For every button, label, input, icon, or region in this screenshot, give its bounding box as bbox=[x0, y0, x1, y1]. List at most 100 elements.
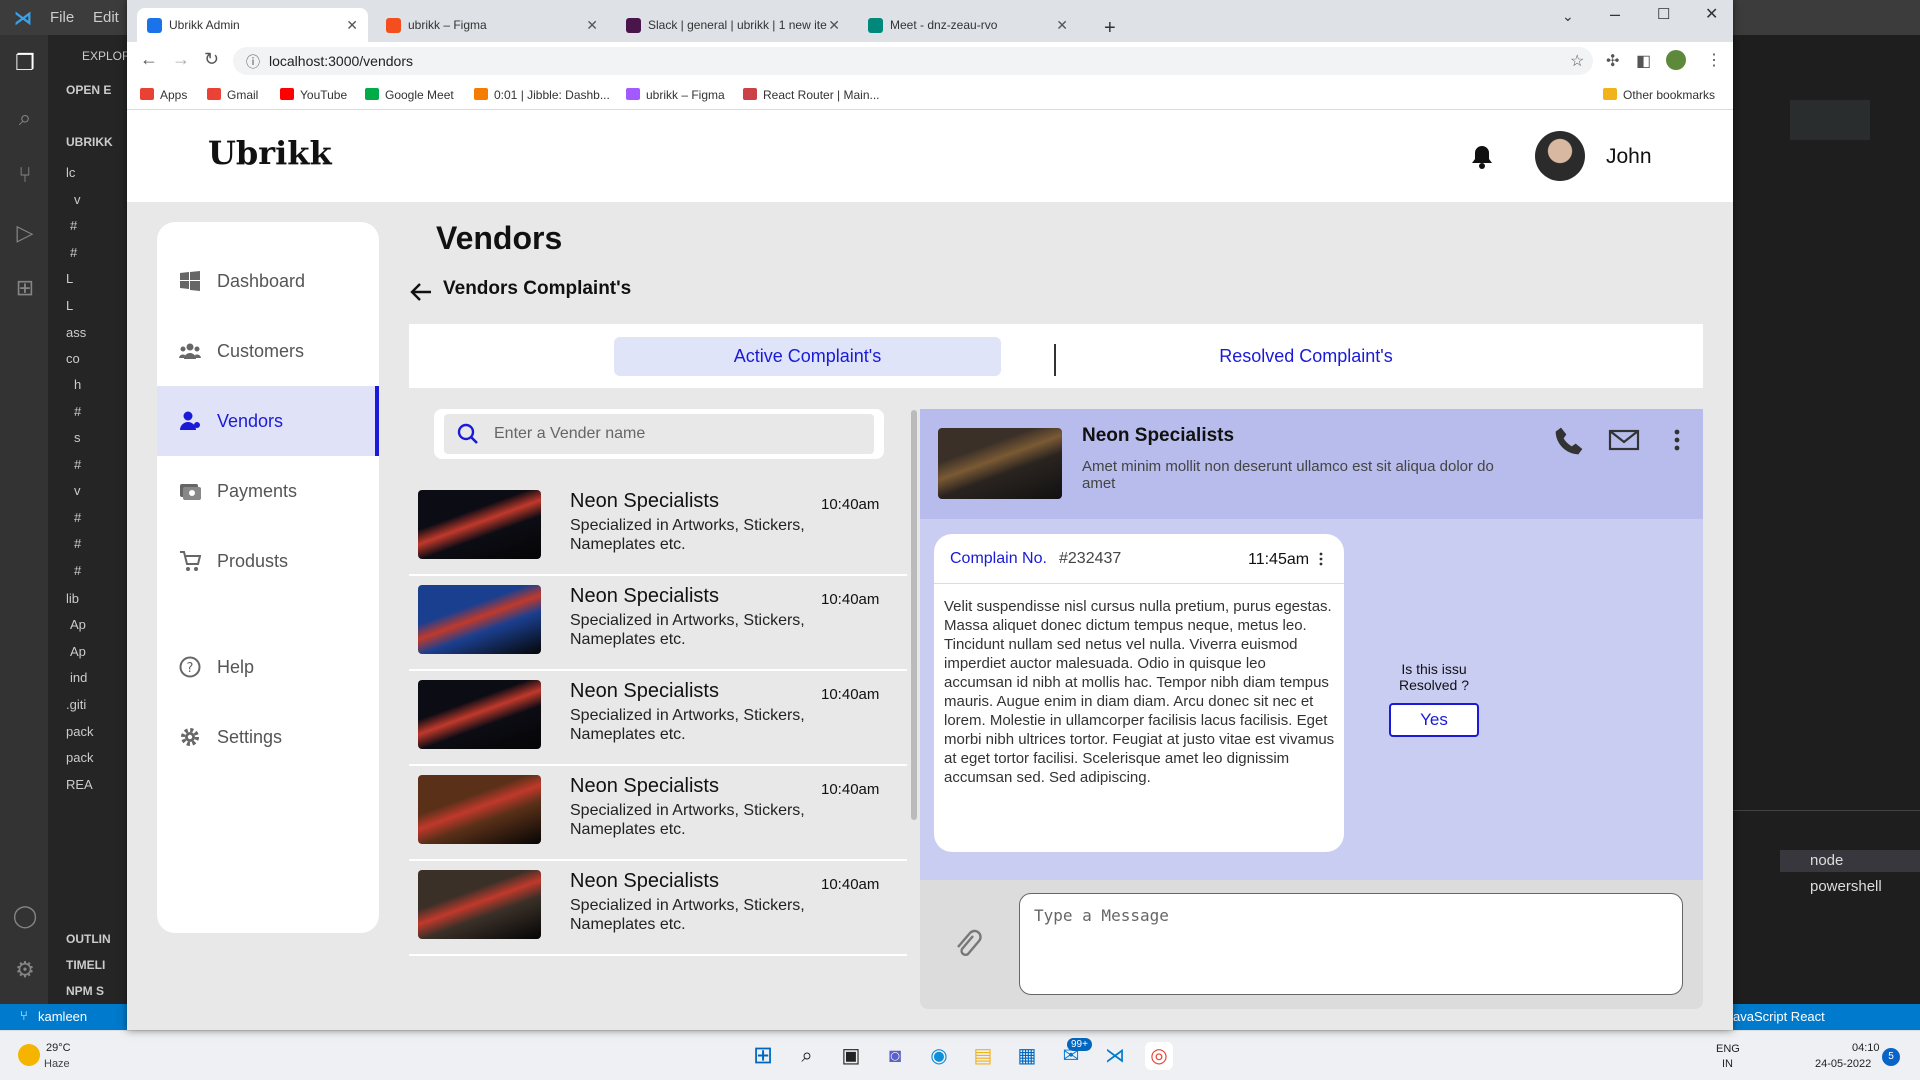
ms-store-icon[interactable]: ▦ bbox=[1013, 1042, 1041, 1070]
reload-icon[interactable]: ↻ bbox=[204, 49, 219, 70]
site-info-icon[interactable]: ⓘ bbox=[246, 52, 260, 72]
tab-search-icon[interactable]: ⌄ bbox=[1562, 8, 1574, 25]
vscode-taskbar-icon[interactable]: ⋊ bbox=[1101, 1042, 1129, 1070]
bookmark-icon bbox=[280, 88, 294, 100]
nav-payments[interactable]: Payments bbox=[157, 456, 379, 526]
clock-date[interactable]: 24-05-2022 bbox=[1815, 1058, 1871, 1070]
vendor-desc: Specialized in Artworks, Stickers, Namep… bbox=[570, 897, 805, 933]
extensions-icon[interactable]: ⊞ bbox=[12, 275, 38, 301]
page-title: Vendors bbox=[436, 220, 563, 256]
bookmark-item[interactable]: React Router | Main... bbox=[743, 88, 880, 102]
vendor-list-item[interactable]: Neon Specialists Specialized in Artworks,… bbox=[409, 482, 907, 576]
chat-more-icon[interactable] bbox=[1672, 428, 1682, 452]
run-debug-icon[interactable]: ▷ bbox=[12, 220, 38, 246]
source-control-icon[interactable]: ⑂ bbox=[12, 162, 38, 188]
vscode-logo-icon: ⋊ bbox=[14, 8, 32, 28]
phone-icon[interactable] bbox=[1553, 425, 1585, 457]
tab-close-icon[interactable]: ✕ bbox=[346, 8, 358, 42]
terminal-panel: node powershell bbox=[1732, 810, 1920, 1004]
nav-vendors[interactable]: Vendors bbox=[157, 386, 379, 456]
terminal-powershell[interactable]: powershell bbox=[1780, 876, 1920, 898]
browser-tab[interactable]: Slack | general | ubrikk | 1 new ite ✕ bbox=[616, 8, 850, 42]
user-avatar[interactable] bbox=[1535, 131, 1585, 181]
tab-favicon bbox=[147, 18, 162, 33]
taskbar-search-icon[interactable]: ⌕ bbox=[793, 1042, 821, 1070]
bookmark-item[interactable]: 0:01 | Jibble: Dashb... bbox=[474, 88, 610, 102]
windows-start-icon[interactable]: ⊞ bbox=[749, 1042, 777, 1070]
vscode-menu-file[interactable]: File bbox=[50, 9, 74, 26]
maximize-button[interactable]: ☐ bbox=[1657, 5, 1670, 23]
notification-badge[interactable]: 5 bbox=[1882, 1048, 1900, 1066]
bookmark-icon bbox=[140, 88, 154, 100]
search-icon[interactable]: ⌕ bbox=[12, 105, 38, 131]
browser-tab[interactable]: Meet - dnz-zeau-rvo ✕ bbox=[858, 8, 1078, 42]
back-arrow-icon[interactable] bbox=[409, 281, 433, 303]
minimize-button[interactable]: – bbox=[1610, 4, 1620, 25]
tab-close-icon[interactable]: ✕ bbox=[828, 8, 840, 42]
vendor-list-item[interactable]: Neon Specialists Specialized in Artworks,… bbox=[409, 672, 907, 766]
vendor-time: 10:40am bbox=[821, 781, 880, 798]
bookmark-item[interactable]: ubrikk – Figma bbox=[626, 88, 725, 102]
app-logo[interactable]: Ubrikk bbox=[208, 134, 332, 172]
nav-label: Dashboard bbox=[217, 271, 306, 291]
lang-code[interactable]: ENG bbox=[1716, 1043, 1740, 1055]
email-icon[interactable] bbox=[1608, 428, 1640, 452]
other-bookmarks[interactable]: Other bookmarks bbox=[1603, 88, 1715, 102]
nav-dashboard[interactable]: Dashboard bbox=[157, 246, 379, 316]
nav-settings[interactable]: Settings bbox=[157, 702, 379, 772]
vendor-list-item[interactable]: Neon Specialists Specialized in Artworks,… bbox=[409, 767, 907, 861]
address-bar[interactable]: localhost:3000/vendors bbox=[233, 47, 1593, 75]
tab-close-icon[interactable]: ✕ bbox=[586, 8, 598, 42]
yes-resolved-button[interactable]: Yes bbox=[1389, 703, 1479, 737]
bookmark-item[interactable]: Gmail bbox=[207, 88, 258, 102]
complaint-time: 11:45am bbox=[1248, 551, 1310, 568]
teams-chat-icon[interactable]: ◙ bbox=[881, 1042, 909, 1070]
nav-customers[interactable]: Customers bbox=[157, 316, 379, 386]
weather-desc: Haze bbox=[44, 1058, 70, 1070]
bookmark-item[interactable]: Apps bbox=[140, 88, 187, 102]
task-view-icon[interactable]: ▣ bbox=[837, 1042, 865, 1070]
attachment-icon[interactable] bbox=[953, 928, 983, 962]
side-panel-icon[interactable]: ◧ bbox=[1636, 51, 1651, 71]
vendor-thumbnail bbox=[418, 870, 541, 939]
vendor-list-scrollbar[interactable] bbox=[911, 410, 917, 820]
nav-help[interactable]: ? Help bbox=[157, 632, 379, 702]
chrome-menu-icon[interactable]: ⋮ bbox=[1706, 50, 1722, 70]
nav-products[interactable]: Produsts bbox=[157, 526, 379, 596]
complaint-more-icon[interactable] bbox=[1318, 550, 1324, 568]
status-language[interactable]: avaScript React bbox=[1733, 1009, 1825, 1024]
vendor-search-input[interactable]: Enter a Vender name bbox=[444, 414, 874, 454]
new-tab-button[interactable]: + bbox=[1104, 17, 1116, 40]
clock-time[interactable]: 04:10 bbox=[1852, 1042, 1880, 1054]
forward-icon[interactable]: → bbox=[172, 49, 190, 70]
chrome-taskbar-icon[interactable]: ◎ bbox=[1145, 1042, 1173, 1070]
browser-tab[interactable]: ubrikk – Figma ✕ bbox=[376, 8, 608, 42]
bookmark-item[interactable]: YouTube bbox=[280, 88, 347, 102]
vendor-list-item[interactable]: Neon Specialists Specialized in Artworks,… bbox=[409, 577, 907, 671]
bookmark-star-icon[interactable]: ☆ bbox=[1570, 51, 1584, 71]
lang-region[interactable]: IN bbox=[1722, 1058, 1733, 1070]
tab-active-complaints[interactable]: Active Complaint's bbox=[614, 337, 1001, 376]
tab-close-icon[interactable]: ✕ bbox=[1056, 8, 1068, 42]
manage-gear-icon[interactable]: ⚙ bbox=[12, 957, 38, 983]
tab-resolved-complaints[interactable]: Resolved Complaint's bbox=[1056, 337, 1556, 376]
profile-avatar[interactable] bbox=[1666, 50, 1686, 70]
vendor-list-item[interactable]: Neon Specialists Specialized in Artworks,… bbox=[409, 862, 907, 956]
file-explorer-icon[interactable]: ▤ bbox=[969, 1042, 997, 1070]
back-icon[interactable]: ← bbox=[140, 49, 158, 70]
close-window-button[interactable]: ✕ bbox=[1705, 4, 1718, 24]
edge-browser-icon[interactable]: ◉ bbox=[925, 1042, 953, 1070]
vscode-menu-edit[interactable]: Edit bbox=[93, 9, 119, 26]
bell-icon[interactable] bbox=[1470, 144, 1494, 169]
files-icon[interactable]: ❐ bbox=[12, 50, 38, 76]
user-name[interactable]: John bbox=[1606, 145, 1652, 169]
bookmark-icon bbox=[365, 88, 379, 100]
message-input[interactable]: Type a Message bbox=[1019, 893, 1683, 995]
bookmark-item[interactable]: Google Meet bbox=[365, 88, 454, 102]
status-branch[interactable]: kamleen bbox=[38, 1009, 87, 1024]
terminal-node[interactable]: node bbox=[1780, 850, 1920, 872]
extensions-puzzle-icon[interactable]: ✣ bbox=[1606, 51, 1619, 71]
vendor-desc: Specialized in Artworks, Stickers, Namep… bbox=[570, 612, 805, 648]
account-icon[interactable]: ◯ bbox=[12, 903, 38, 929]
vendor-thumbnail bbox=[418, 585, 541, 654]
